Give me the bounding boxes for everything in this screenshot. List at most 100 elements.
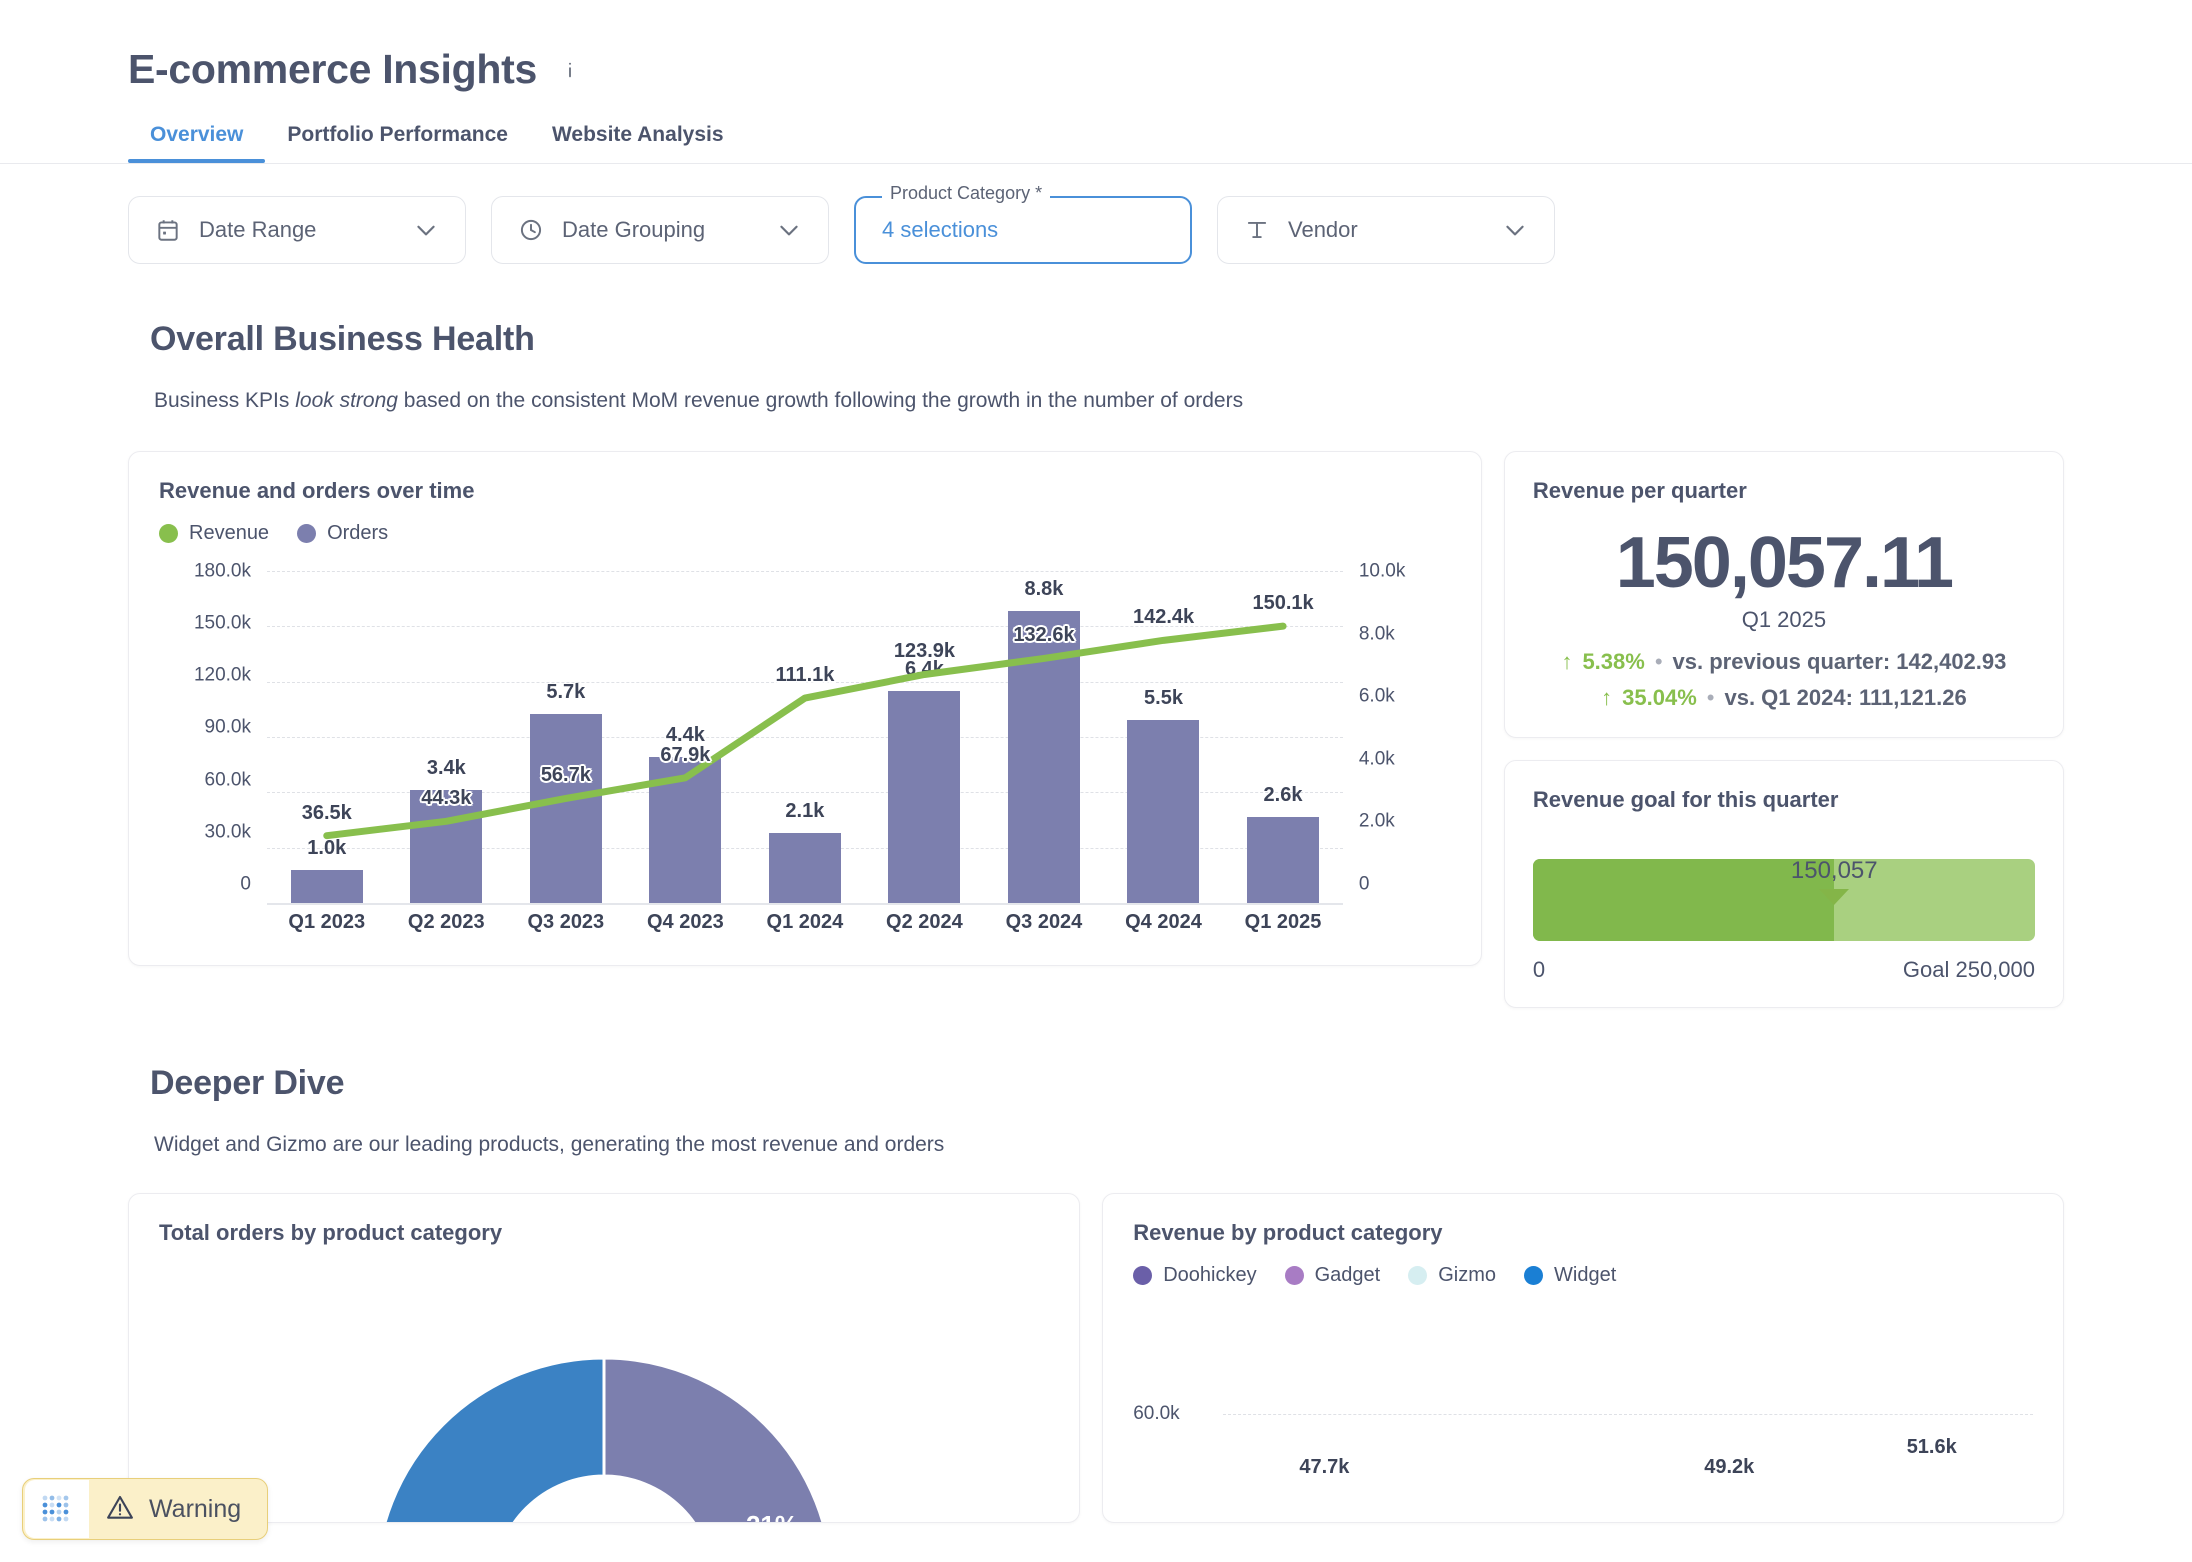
x-axis-label: Q1 2023 xyxy=(288,911,366,933)
revenue-value-label: 123.9k xyxy=(893,640,956,663)
legend-dot-gadget xyxy=(1284,1265,1304,1285)
kpi-compare-pct: 35.04% xyxy=(1622,684,1697,710)
goal-min-label: 0 xyxy=(1532,956,1546,982)
legend-dot-doohickey xyxy=(1133,1265,1153,1285)
revenue-value-label: 67.9k xyxy=(660,743,711,766)
legend-item-widget[interactable]: Widget xyxy=(1524,1264,1616,1287)
kpi-card-revenue-per-quarter: Revenue per quarter 150,057.11 Q1 2025 ↑… xyxy=(1503,451,2064,738)
tab-website-analysis[interactable]: Website Analysis xyxy=(530,123,746,163)
x-axis-label: Q3 2023 xyxy=(527,911,605,933)
section-title-deeper-dive: Deeper Dive xyxy=(150,1063,345,1102)
title-row: E-commerce Insights xyxy=(128,46,2192,93)
desc-pre: Business KPIs xyxy=(154,389,296,412)
y-axis-left-tick: 180.0k xyxy=(193,560,251,582)
kpi-title: Revenue per quarter xyxy=(1532,478,1747,503)
y-axis-left-tick: 60.0k xyxy=(204,769,251,791)
desc-post: based on the consistent MoM revenue grow… xyxy=(397,389,1244,412)
dot-grid-logo-icon xyxy=(25,1480,89,1538)
kpi-value: 150,057.11 xyxy=(1615,523,1954,603)
x-axis-baseline xyxy=(267,903,1343,905)
tab-portfolio-performance[interactable]: Portfolio Performance xyxy=(265,123,530,163)
filter-bar: Date Range Date Grouping Product Categor… xyxy=(0,164,2192,264)
kpi-compare-text: vs. previous quarter: 142,402.93 xyxy=(1672,648,2007,674)
x-axis-label: Q2 2023 xyxy=(407,911,485,933)
y-axis-right-tick: 0 xyxy=(1358,873,1370,895)
revenue-value-label: 36.5k xyxy=(301,801,352,824)
goal-pointer-icon xyxy=(1819,888,1850,905)
goal-title: Revenue goal for this quarter xyxy=(1532,786,1839,812)
legend-item-orders[interactable]: Orders xyxy=(297,522,388,545)
separator-dot: • xyxy=(1654,648,1663,674)
kpi-compare-pct: 5.38% xyxy=(1582,648,1645,674)
revenue-value-label: 142.4k xyxy=(1132,606,1195,629)
kpi-compare-year-over-year: ↑ 35.04% • vs. Q1 2024: 111,121.26 xyxy=(1533,685,2035,711)
x-axis-label: Q4 2024 xyxy=(1125,911,1202,933)
y-axis-right-tick: 8.0k xyxy=(1358,623,1395,645)
filter-date-range-label: Date Range xyxy=(199,217,317,242)
filter-date-grouping[interactable]: Date Grouping xyxy=(491,196,829,264)
combo-chart: 180.0k 150.0k 120.0k 90.0k 60.0k 30.0k 0 10.0k… xyxy=(159,562,1451,943)
legend-label-widget: Widget xyxy=(1554,1263,1617,1286)
section-title-overall-business-health: Overall Business Health xyxy=(150,320,535,358)
goal-gauge: 150,057 0 Goal 250,000 xyxy=(1532,857,2035,983)
y-axis-left-tick: 30.0k xyxy=(204,821,251,843)
goal-axis-labels: 0 Goal 250,000 xyxy=(1533,957,2035,983)
goal-progress-track xyxy=(1532,858,2035,941)
text-icon xyxy=(1244,217,1270,243)
y-axis-right-tick: 6.0k xyxy=(1358,685,1395,707)
chevron-down-icon xyxy=(776,217,802,243)
filter-vendor[interactable]: Vendor xyxy=(1217,196,1555,264)
page-header: E-commerce Insights Overview Portfolio P… xyxy=(0,0,2192,163)
y-axis-left: 180.0k 150.0k 120.0k 90.0k 60.0k 30.0k 0 xyxy=(159,562,251,903)
kpi-period: Q1 2025 xyxy=(1741,606,1827,632)
legend-label-revenue: Revenue xyxy=(189,522,270,544)
tab-overview[interactable]: Overview xyxy=(128,123,266,163)
revenue-value-label: 132.6k xyxy=(1013,624,1075,647)
revenue-value-label: 111.1k xyxy=(775,664,835,687)
chart-card-revenue-orders: Revenue and orders over time Revenue Ord… xyxy=(128,451,1482,966)
chart-legend-revenue-by-category: Doohickey Gadget Gizmo Widget xyxy=(1133,1264,2033,1287)
revenue-value-label: 44.3k xyxy=(421,787,472,810)
legend-item-doohickey[interactable]: Doohickey xyxy=(1133,1264,1257,1287)
filter-date-range[interactable]: Date Range xyxy=(128,196,466,264)
dot-grid-svg xyxy=(42,1495,69,1522)
section-desc-overall-business-health: Business KPIs look strong based on the c… xyxy=(0,389,2192,413)
revcat-value-label: 49.2k xyxy=(1704,1455,1755,1478)
y-axis-right: 10.0k 8.0k 6.0k 4.0k 2.0k 0 xyxy=(1358,562,1451,903)
donut-slice-widget[interactable] xyxy=(376,1356,606,1523)
cards-row: Revenue and orders over time Revenue Ord… xyxy=(0,451,2192,1008)
y-axis-left-tick: 90.0k xyxy=(204,716,251,738)
filter-vendor-label: Vendor xyxy=(1288,217,1358,242)
legend-item-gizmo[interactable]: Gizmo xyxy=(1408,1264,1496,1287)
y-axis-left-tick: 150.0k xyxy=(193,612,251,634)
tab-bar: Overview Portfolio Performance Website A… xyxy=(128,123,2192,163)
revcat-value-label: 51.6k xyxy=(1906,1435,1957,1458)
legend-item-revenue[interactable]: Revenue xyxy=(159,522,269,545)
goal-card-revenue-goal: Revenue goal for this quarter 150,057 0 … xyxy=(1503,759,2064,1008)
warning-content: Warning xyxy=(105,1492,241,1527)
chart-title-total-orders: Total orders by product category xyxy=(159,1219,503,1245)
filter-product-category-value: 4 selections xyxy=(882,217,999,242)
kpi-column: Revenue per quarter 150,057.11 Q1 2025 ↑… xyxy=(1503,451,2064,1008)
info-icon[interactable] xyxy=(559,57,581,83)
legend-dot-orders xyxy=(297,524,317,543)
revenue-value-label: 56.7k xyxy=(540,764,591,787)
filter-product-category[interactable]: Product Category * 4 selections xyxy=(854,183,1192,264)
legend-label-orders: Orders xyxy=(327,522,389,544)
donut-slice-doohickey[interactable] xyxy=(602,1356,832,1523)
page-title: E-commerce Insights xyxy=(128,46,537,92)
y-axis-left-tick: 0 xyxy=(240,873,251,895)
revcat-value-label: 47.7k xyxy=(1299,1455,1350,1478)
x-axis-labels: Q1 2023 Q2 2023 Q3 2023 Q4 2023 Q1 2024 Q2 20… xyxy=(267,911,1343,934)
x-axis-label: Q3 2024 xyxy=(1005,911,1083,933)
chevron-down-icon xyxy=(1502,217,1528,243)
arrow-up-icon: ↑ xyxy=(1601,684,1613,710)
legend-dot-gizmo xyxy=(1408,1265,1428,1285)
goal-progress-fill xyxy=(1532,858,1835,941)
donut-chart: 27% 21% xyxy=(129,1286,1079,1523)
warning-badge[interactable]: Warning xyxy=(22,1478,269,1540)
revcat-plot-area: 47.7k 49.2k 51.6k xyxy=(1223,1364,2033,1522)
clock-icon xyxy=(518,217,544,243)
legend-item-gadget[interactable]: Gadget xyxy=(1284,1264,1380,1287)
chart-plot-area: 1.0k 3.4k 5.7k 4.4k 2.1k 6.4k 8.8k 5.5k 2.6k 36.… xyxy=(267,571,1343,905)
